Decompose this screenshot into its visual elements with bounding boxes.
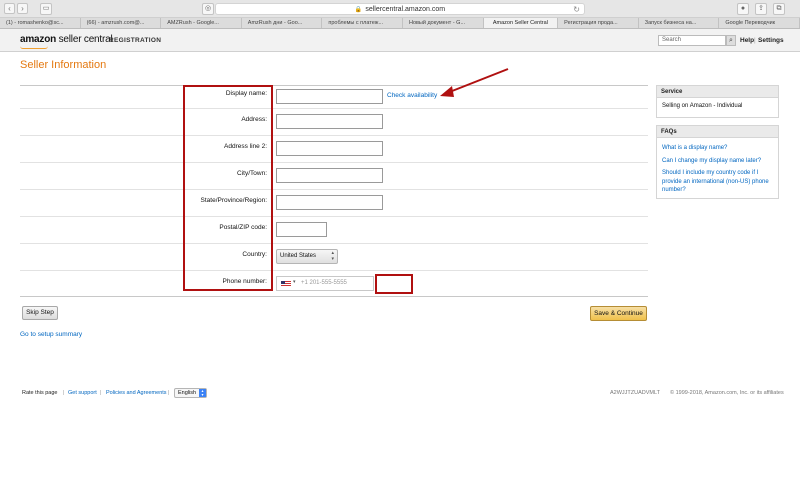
faqs-panel: FAQs What is a display name? Can I chang… (656, 125, 779, 199)
country-select[interactable]: United States ▴ ▾ (276, 249, 338, 264)
divider (20, 108, 648, 109)
browser-tab[interactable]: Регистрация прода... (558, 18, 639, 28)
browser-toolbar: ‹ › ▭ ◎ 🔒 sellercentral.amazon.com ↻ ● ⇪ … (0, 0, 800, 18)
amazon-logo[interactable]: amazon seller central (20, 34, 113, 45)
annotation-box (375, 274, 413, 294)
browser-tab[interactable]: AMZRush - Google... (161, 18, 242, 28)
annotation-box (183, 85, 273, 291)
divider: | (100, 390, 102, 396)
divider (20, 85, 648, 86)
select-arrows-icon: ▴ ▾ (331, 250, 334, 262)
divider (20, 216, 648, 217)
setup-summary-link[interactable]: Go to setup summary (20, 331, 82, 338)
share-icon[interactable]: ⇪ (755, 3, 767, 15)
page-title: Seller Information (20, 59, 107, 71)
skip-step-button[interactable]: Skip Step (22, 306, 58, 320)
caret-down-icon[interactable]: ▾ (293, 279, 296, 285)
support-link[interactable]: Get support (68, 390, 97, 396)
faqs-heading: FAQs (657, 126, 778, 138)
select-arrows-icon: ▴ ▾ (199, 389, 206, 397)
country-value: United States (280, 253, 317, 259)
us-flag-icon[interactable] (281, 281, 291, 287)
url-text: sellercentral.amazon.com (365, 6, 446, 13)
tabs-overview-icon[interactable]: ⧉ (773, 3, 785, 15)
divider (20, 135, 648, 136)
reload-icon[interactable]: ↻ (573, 4, 580, 15)
rate-page-label[interactable]: Rate this page (22, 390, 57, 396)
annotation-arrow (440, 68, 509, 97)
faq-link[interactable]: Should I include my country code if I pr… (657, 167, 778, 197)
shield-icon[interactable]: ◎ (202, 3, 214, 15)
divider (20, 296, 648, 297)
display-name-input[interactable] (276, 89, 383, 104)
logo-light: seller central (56, 34, 113, 45)
browser-tab[interactable]: проблемы с платеж... (322, 18, 403, 28)
faq-link[interactable]: Can I change my display name later? (657, 155, 778, 168)
divider: | (754, 37, 756, 44)
service-panel: Service Selling on Amazon - Individual (656, 85, 779, 118)
search-icon: ⌕ (729, 37, 733, 44)
settings-link[interactable]: Settings (758, 37, 784, 44)
browser-tabs: (1) - romashenko@sc... (66) - amzrush.co… (0, 18, 800, 29)
phone-input[interactable]: ▾ +1 201-555-5555 (276, 276, 374, 291)
policies-link[interactable]: Policies and Agreements (106, 390, 167, 396)
postal-code-input[interactable] (276, 222, 327, 237)
language-select[interactable]: English ▴ ▾ (174, 388, 207, 398)
browser-tab-active[interactable]: Amazon Seller Central (483, 18, 559, 28)
merchant-code: A2WJJTZUADVMLT (610, 390, 661, 396)
divider (20, 243, 648, 244)
browser-tab[interactable]: Новый документ - G... (403, 18, 484, 28)
address-input[interactable] (276, 114, 383, 129)
lock-icon: 🔒 (354, 7, 363, 13)
divider: | (168, 390, 170, 396)
divider: | (63, 390, 65, 396)
city-input[interactable] (276, 168, 383, 183)
sidebar-icon[interactable]: ▭ (40, 3, 52, 15)
browser-tab[interactable]: (66) - amzrush.com@... (81, 18, 162, 28)
search-input[interactable]: Search (658, 35, 726, 46)
state-input[interactable] (276, 195, 383, 210)
footer: Rate this page | Get support | Policies … (20, 388, 784, 400)
download-icon[interactable]: ● (737, 3, 749, 15)
service-value: Selling on Amazon - Individual (662, 103, 743, 109)
faq-link[interactable]: What is a display name? (657, 142, 778, 155)
search-button[interactable]: ⌕ (726, 35, 736, 46)
forward-icon[interactable]: › (17, 3, 28, 14)
section-label: REGISTRATION (109, 37, 162, 44)
service-heading: Service (657, 86, 778, 98)
browser-tab[interactable]: Запуск бизнеса на... (639, 18, 720, 28)
check-availability-link[interactable]: Check availability (387, 92, 437, 99)
help-link[interactable]: Help (740, 37, 754, 44)
amazon-smile-icon (20, 46, 48, 49)
divider (20, 162, 648, 163)
browser-tab[interactable]: Google Переводчик (719, 18, 800, 28)
seller-central-header: amazon seller central REGISTRATION Searc… (0, 29, 800, 52)
browser-tab[interactable]: AmzRush дни - Goo... (242, 18, 323, 28)
phone-placeholder: +1 201-555-5555 (301, 280, 347, 286)
language-value: English (178, 390, 197, 396)
address-bar[interactable]: 🔒 sellercentral.amazon.com ↻ (215, 3, 585, 15)
divider (20, 189, 648, 190)
back-icon[interactable]: ‹ (4, 3, 15, 14)
browser-tab[interactable]: (1) - romashenko@sc... (0, 18, 81, 28)
logo-bold: amazon (20, 34, 57, 45)
address-line-2-input[interactable] (276, 141, 383, 156)
copyright-text: © 1999-2018, Amazon.com, Inc. or its aff… (670, 390, 784, 396)
divider (20, 270, 648, 271)
save-continue-button[interactable]: Save & Continue (590, 306, 647, 321)
